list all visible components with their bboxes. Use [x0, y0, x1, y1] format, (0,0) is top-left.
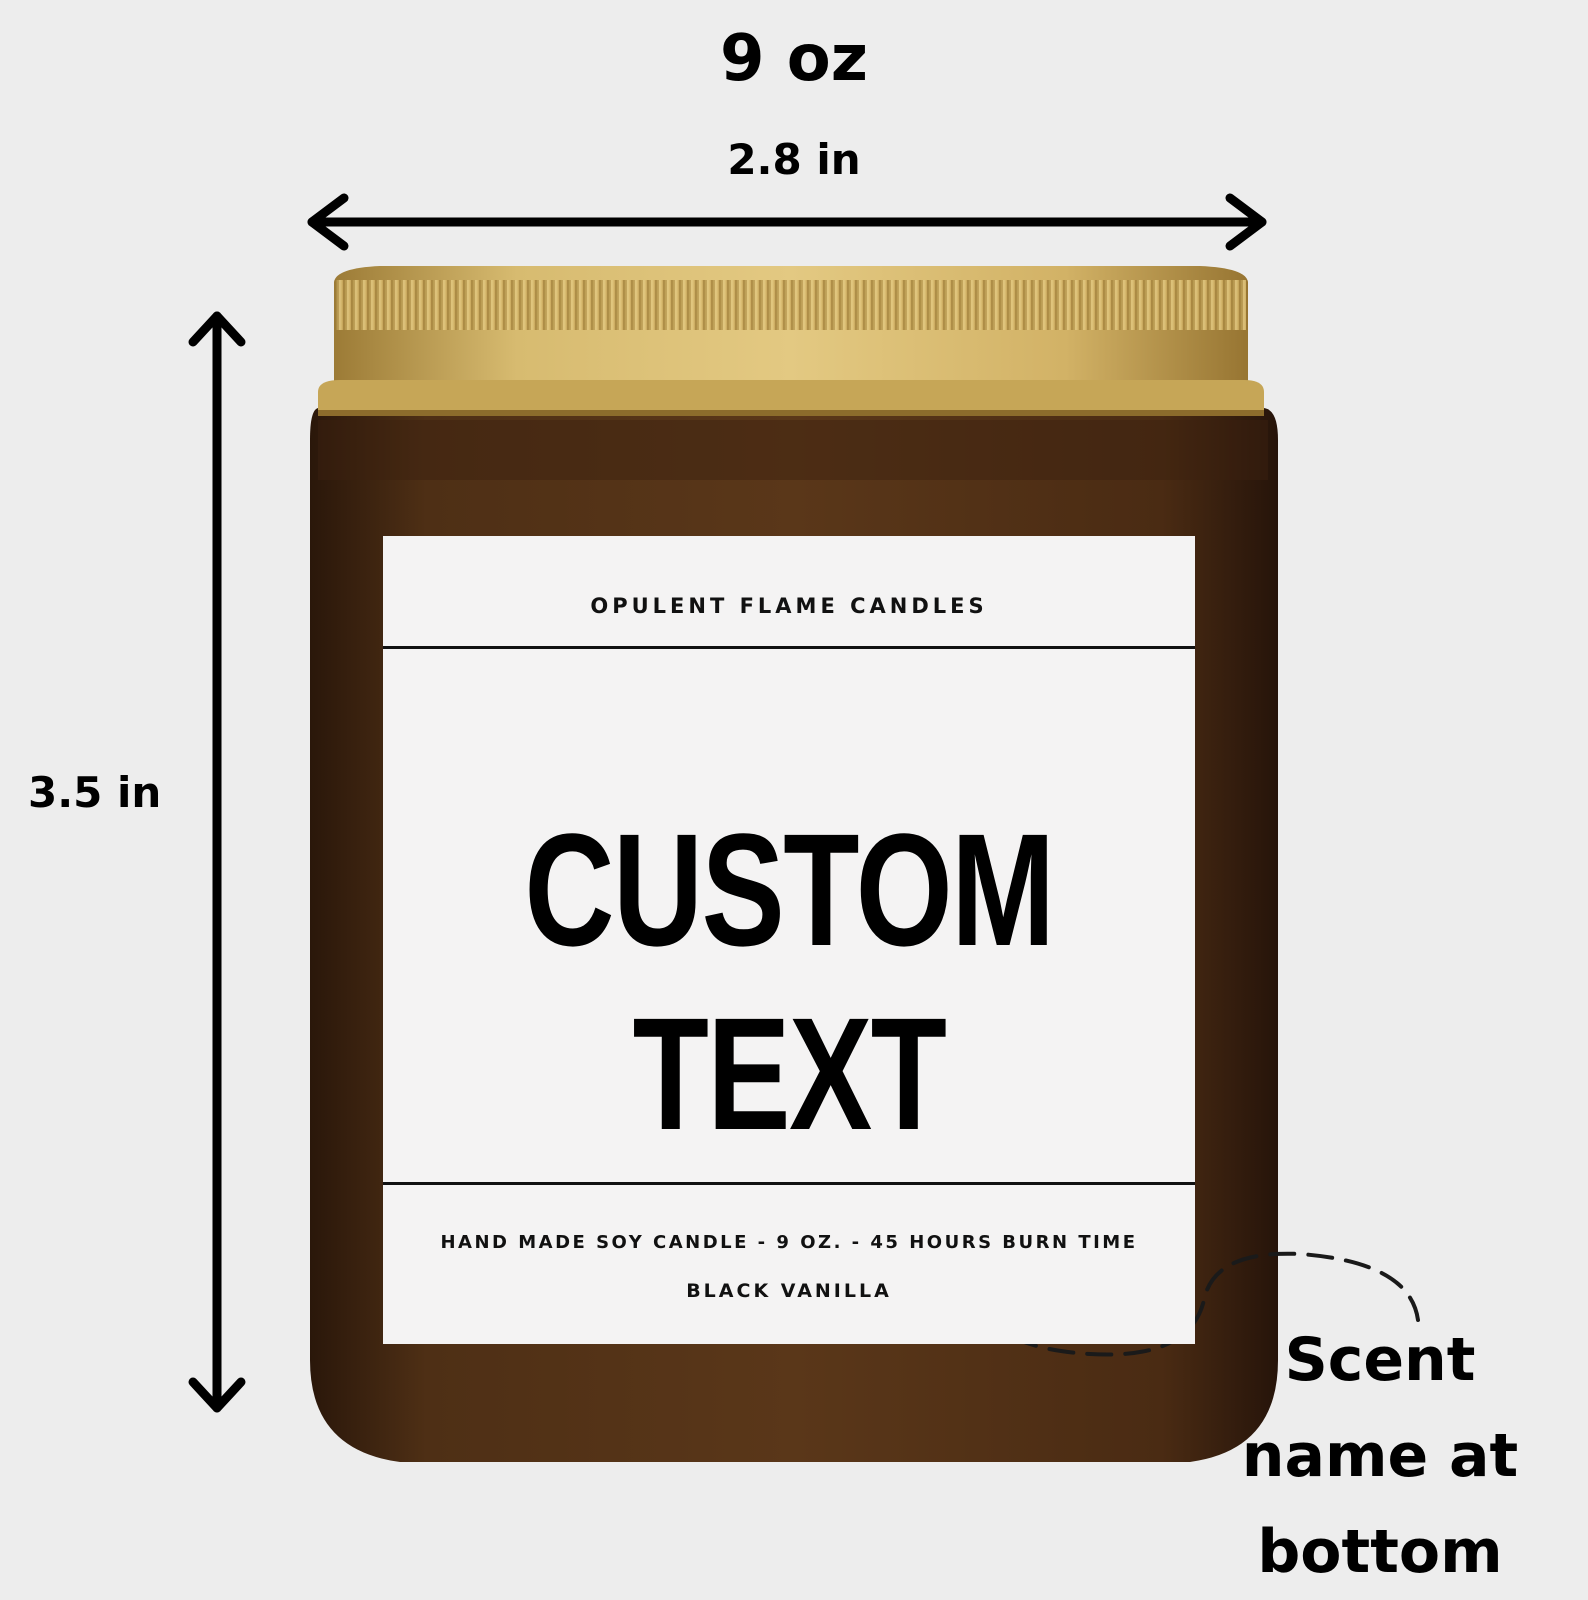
product-info-line: HAND MADE SOY CANDLE - 9 OZ. - 45 HOURS …: [440, 1232, 1138, 1253]
scent-callout: Scent name at bottom: [1241, 1325, 1519, 1587]
lid-ridges: [336, 280, 1246, 330]
brand-name: OPULENT FLAME CANDLES: [590, 594, 988, 618]
custom-text: CUSTOM TEXT: [524, 800, 1055, 1163]
double-arrow-vertical-icon: [188, 311, 246, 1413]
label-divider-top: [383, 646, 1195, 649]
label-divider-bottom: [383, 1182, 1195, 1185]
product-image: 9 oz 2.8 in 3.5 in OPULENT FLAME CANDLES…: [0, 0, 1588, 1588]
candle-label: OPULENT FLAME CANDLES CUSTOM TEXT HAND M…: [383, 536, 1195, 1344]
scent-name: BLACK VANILLA: [686, 1280, 892, 1302]
double-arrow-horizontal-icon: [307, 193, 1267, 251]
